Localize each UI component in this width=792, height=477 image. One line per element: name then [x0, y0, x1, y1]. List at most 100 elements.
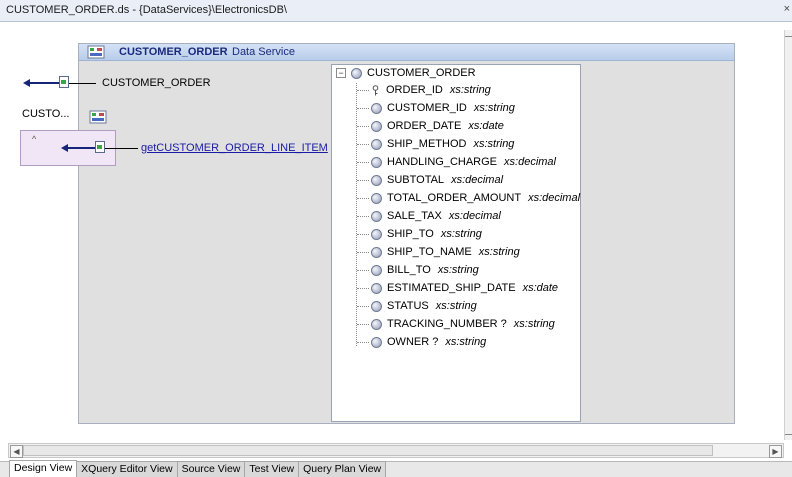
function-document-icon — [59, 76, 69, 88]
tree-item[interactable]: ORDER_DATE xs:date — [357, 119, 504, 133]
tree-connector — [357, 269, 369, 271]
tree-connector — [357, 179, 369, 181]
tree-connector — [357, 341, 369, 343]
element-icon — [371, 318, 382, 330]
tree-item[interactable]: HANDLING_CHARGE xs:decimal — [357, 155, 556, 169]
tree-item[interactable]: STATUS xs:string — [357, 299, 477, 313]
tree-item[interactable]: BILL_TO xs:string — [357, 263, 479, 277]
data-service-subtitle: Data Service — [232, 46, 295, 58]
function-group-label[interactable]: CUSTO... — [22, 108, 69, 120]
field-name: HANDLING_CHARGE — [387, 156, 498, 168]
field-name: TRACKING_NUMBER ? — [387, 318, 507, 330]
element-icon — [351, 67, 362, 79]
tree-item[interactable]: ORDER_ID xs:string — [357, 83, 491, 97]
tree-connector — [357, 125, 369, 127]
field-type: xs:decimal — [504, 156, 556, 168]
tree-connector — [357, 89, 369, 91]
tree-item[interactable]: SUBTOTAL xs:decimal — [357, 173, 503, 187]
field-type: xs:decimal — [451, 174, 504, 186]
key-icon — [372, 84, 379, 95]
field-type: xs:decimal — [528, 192, 581, 204]
data-service-icon — [89, 110, 107, 124]
horizontal-scrollbar[interactable]: ◀ ▶ — [8, 443, 784, 458]
field-name: ORDER_ID — [386, 84, 443, 96]
data-service-icon — [87, 45, 105, 59]
field-name: SHIP_METHOD — [387, 138, 467, 150]
tree-item[interactable]: SHIP_METHOD xs:string — [357, 137, 514, 151]
field-type: xs:string — [473, 138, 515, 150]
field-type: xs:string — [440, 228, 482, 240]
tab-test-view[interactable]: Test View — [244, 461, 300, 477]
element-icon — [371, 264, 382, 276]
connector-line — [105, 148, 138, 149]
tree-item[interactable]: ESTIMATED_SHIP_DATE xs:date — [357, 281, 558, 295]
tree-connector — [357, 107, 369, 109]
editor-title: CUSTOMER_ORDER.ds - {DataServices}\Elect… — [6, 4, 287, 16]
arrow-line — [67, 147, 95, 149]
tab-design-view[interactable]: Design View — [9, 460, 78, 477]
field-type: xs:string — [435, 300, 477, 312]
field-type: xs:string — [473, 102, 515, 114]
element-icon — [371, 192, 382, 204]
tree-connector — [357, 233, 369, 235]
element-icon — [371, 102, 382, 114]
scroll-up-icon[interactable] — [785, 36, 792, 43]
tree-connector — [357, 197, 369, 199]
navigation-function-link[interactable]: getCUSTOMER_ORDER_LINE_ITEM — [141, 142, 328, 154]
schema-tree-panel — [331, 64, 581, 422]
read-function-label[interactable]: CUSTOMER_ORDER — [102, 77, 211, 89]
tab-source-view[interactable]: Source View — [176, 461, 246, 477]
close-icon[interactable]: × — [784, 3, 790, 15]
field-type: xs:date — [522, 282, 559, 294]
element-icon — [371, 138, 382, 150]
field-type: xs:date — [468, 120, 504, 132]
element-icon — [371, 120, 382, 132]
tree-item[interactable]: CUSTOMER_ID xs:string — [357, 101, 515, 115]
data-service-header[interactable]: CUSTOMER_ORDER Data Service — [79, 44, 734, 61]
tree-item[interactable]: SALE_TAX xs:decimal — [357, 209, 501, 223]
tree-connector — [357, 215, 369, 217]
field-name: BILL_TO — [387, 264, 431, 276]
tree-connector — [357, 323, 369, 325]
field-name: SHIP_TO — [387, 228, 434, 240]
element-icon — [371, 174, 382, 186]
tree-item[interactable]: SHIP_TO_NAME xs:string — [357, 245, 520, 259]
tab-query-plan-view[interactable]: Query Plan View — [298, 461, 387, 477]
tree-root-node[interactable]: − CUSTOMER_ORDER — [336, 66, 476, 80]
tab-xquery-editor-view[interactable]: XQuery Editor View — [76, 461, 178, 477]
tree-item[interactable]: TRACKING_NUMBER ? xs:string — [357, 317, 555, 331]
tree-connector — [357, 251, 369, 253]
tree-root-label: CUSTOMER_ORDER — [367, 67, 476, 79]
scroll-right-icon[interactable]: ▶ — [769, 445, 782, 458]
field-name: SHIP_TO_NAME — [387, 246, 472, 258]
scroll-down-icon[interactable] — [785, 428, 792, 435]
field-type: xs:string — [513, 318, 555, 330]
view-tabs: Design View XQuery Editor View Source Vi… — [0, 460, 792, 477]
editor-title-bar: CUSTOMER_ORDER.ds - {DataServices}\Elect… — [0, 0, 792, 22]
field-type: xs:decimal — [448, 210, 501, 222]
field-type: xs:string — [437, 264, 479, 276]
field-name: ESTIMATED_SHIP_DATE — [387, 282, 516, 294]
tree-item[interactable]: TOTAL_ORDER_AMOUNT xs:decimal — [357, 191, 580, 205]
arrow-line — [29, 82, 59, 84]
connector-line — [69, 83, 96, 84]
element-icon — [371, 336, 382, 348]
tree-item[interactable]: SHIP_TO xs:string — [357, 227, 482, 241]
field-name: SALE_TAX — [387, 210, 442, 222]
function-document-icon — [95, 141, 105, 153]
field-name: TOTAL_ORDER_AMOUNT — [387, 192, 522, 204]
scroll-thumb[interactable] — [23, 445, 713, 456]
element-icon — [371, 246, 382, 258]
field-name: STATUS — [387, 300, 429, 312]
field-name: SUBTOTAL — [387, 174, 445, 186]
element-icon — [371, 300, 382, 312]
collapse-icon[interactable]: − — [336, 68, 346, 78]
field-name: ORDER_DATE — [387, 120, 462, 132]
field-name: CUSTOMER_ID — [387, 102, 467, 114]
vertical-scrollbar[interactable] — [784, 30, 792, 440]
tree-connector — [357, 305, 369, 307]
scroll-left-icon[interactable]: ◀ — [10, 445, 23, 458]
collapse-chevron-icon[interactable]: ^ — [32, 134, 36, 144]
tree-item[interactable]: OWNER ? xs:string — [357, 335, 486, 349]
field-type: xs:string — [478, 246, 520, 258]
